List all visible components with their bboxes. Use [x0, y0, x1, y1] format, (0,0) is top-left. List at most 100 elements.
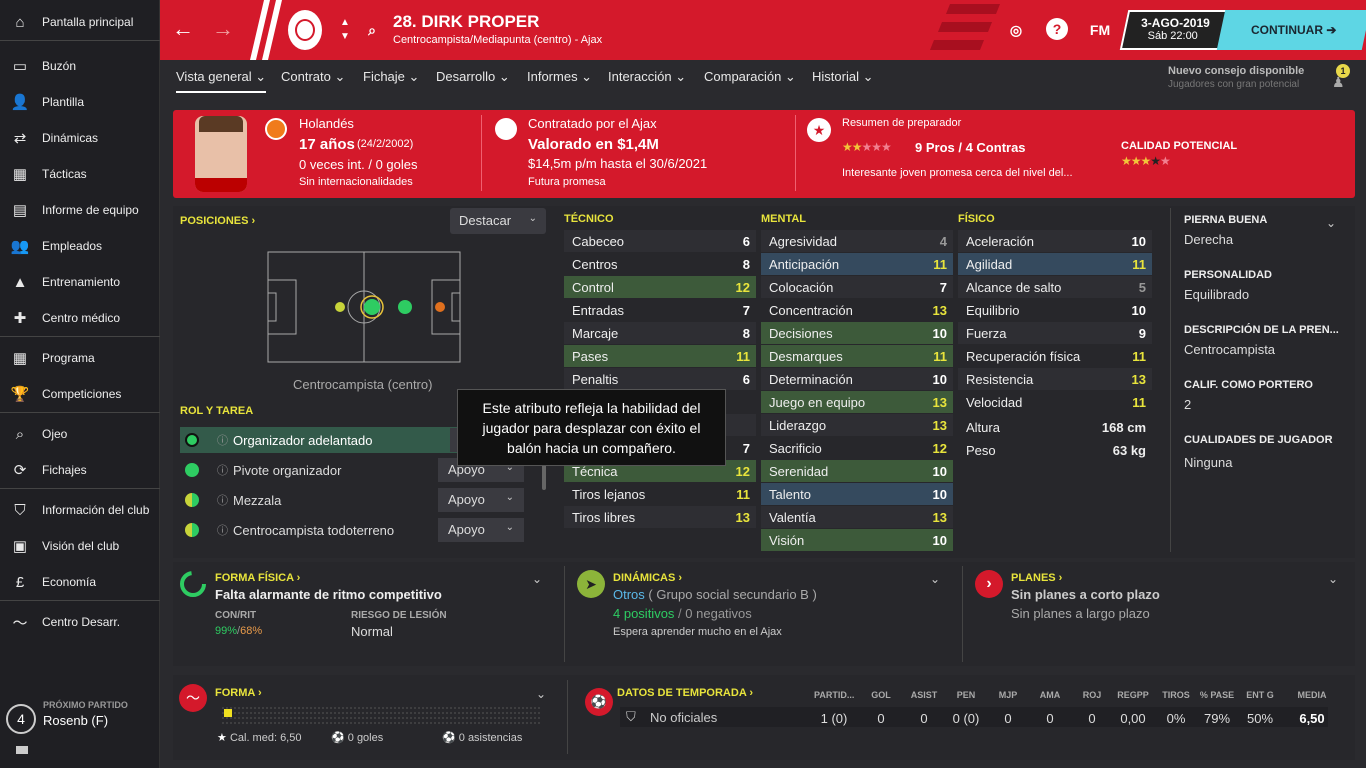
form-expand-icon[interactable]: ⌄ [536, 687, 546, 701]
player-switch-arrows-icon[interactable]: ▲ ▼ [340, 16, 350, 44]
info-icon[interactable]: ⓘ [217, 492, 228, 508]
attribute-row[interactable]: Visión 10 [761, 529, 953, 551]
attribute-row[interactable]: Determinación 10 [761, 368, 953, 390]
dynamics-expand-icon[interactable]: ⌄ [930, 572, 940, 586]
tab-contract[interactable]: Contrato ⌄ [281, 69, 345, 85]
sidebar-item-scouting[interactable]: ⌕ Ojeo [0, 416, 160, 452]
sidebar-item-tactics[interactable]: ▦ Tácticas [0, 156, 160, 192]
season-stat-header[interactable]: MJP [988, 690, 1028, 700]
attribute-row[interactable]: Talento 10 [761, 483, 953, 505]
role-row[interactable]: ⓘ Centrocampista todoterreno Apoyo ⌄ [180, 517, 535, 543]
info-icon[interactable]: ⓘ [217, 432, 228, 448]
social-group[interactable]: Otros ( Grupo social secundario B ) [613, 587, 817, 602]
sidebar-item-training[interactable]: ▲ Entrenamiento [0, 264, 160, 300]
sidebar-item-competitions[interactable]: 🏆 Competiciones [0, 376, 160, 412]
scout-tip-icon[interactable]: ♟ [1332, 74, 1345, 91]
highlight-dropdown[interactable]: Destacar ⌄ [450, 208, 546, 234]
season-stat-header[interactable]: % PASE [1197, 690, 1237, 700]
info-expand-chevron-icon[interactable]: ⌄ [1326, 216, 1336, 230]
season-stat-header[interactable]: REGPP [1113, 690, 1153, 700]
attribute-row[interactable]: Entradas 7 [564, 299, 756, 321]
positions-title[interactable]: POSICIONES › [180, 215, 255, 227]
info-icon[interactable]: ⓘ [217, 522, 228, 538]
search-icon[interactable]: ⌕ [360, 18, 384, 42]
season-stats-title[interactable]: DATOS DE TEMPORADA › [617, 687, 753, 699]
sidebar-item-team-report[interactable]: ▤ Informe de equipo [0, 192, 160, 228]
season-stat-header[interactable]: ROJ [1072, 690, 1112, 700]
attribute-row[interactable]: Sacrificio 12 [761, 437, 953, 459]
season-stat-header[interactable]: PEN [946, 690, 986, 700]
tab-overview[interactable]: Vista general ⌄ [176, 69, 267, 93]
attribute-row[interactable]: Decisiones 10 [761, 322, 953, 344]
duty-dropdown[interactable]: Apoyo ⌄ [438, 518, 524, 542]
tab-transfer[interactable]: Fichaje ⌄ [363, 69, 419, 85]
attribute-row[interactable]: Pases 11 [564, 345, 756, 367]
attribute-row[interactable]: Concentración 13 [761, 299, 953, 321]
season-stat-header[interactable]: TIROS [1156, 690, 1196, 700]
attribute-row[interactable]: Agresividad 4 [761, 230, 953, 252]
attribute-row[interactable]: Agilidad 11 [958, 253, 1152, 275]
fm-menu-button[interactable]: FM [1088, 18, 1112, 42]
fitness-title[interactable]: FORMA FÍSICA › [215, 572, 300, 584]
duty-dropdown[interactable]: Apoyo ⌄ [438, 488, 524, 512]
help-icon[interactable]: ? [1046, 18, 1068, 40]
role-row[interactable]: ⓘ Mezzala Apoyo ⌄ [180, 487, 535, 513]
attribute-row[interactable]: Serenidad 10 [761, 460, 953, 482]
attribute-row[interactable]: Desmarques 11 [761, 345, 953, 367]
attribute-row[interactable]: Colocación 7 [761, 276, 953, 298]
sidebar-item-squad[interactable]: 👤 Plantilla [0, 84, 160, 120]
attribute-row[interactable]: Equilibrio 10 [958, 299, 1152, 321]
attribute-row[interactable]: Valentía 13 [761, 506, 953, 528]
sidebar-item-staff[interactable]: 👥 Empleados [0, 228, 160, 264]
attribute-row[interactable]: Recuperación física 11 [958, 345, 1152, 367]
season-stat-header[interactable]: AMA [1030, 690, 1070, 700]
info-icon[interactable]: ⓘ [217, 462, 228, 478]
attribute-row[interactable]: Marcaje 8 [564, 322, 756, 344]
sidebar-item-inbox[interactable]: ▭ Buzón [0, 48, 160, 84]
sidebar-item-medical[interactable]: ✚ Centro médico [0, 300, 160, 336]
attribute-row[interactable]: Anticipación 11 [761, 253, 953, 275]
forward-button[interactable]: → [210, 16, 236, 42]
sidebar-item-home[interactable]: ⌂ Pantalla principal [0, 4, 160, 40]
next-match[interactable]: 4 PRÓXIMO PARTIDO Rosenb (F) [6, 700, 156, 736]
continue-button[interactable]: CONTINUAR ➔ [1216, 10, 1366, 50]
attribute-row[interactable]: Liderazgo 13 [761, 414, 953, 436]
attribute-row[interactable]: Penaltis 6 [564, 368, 756, 390]
globe-icon[interactable]: ◎ [1004, 18, 1028, 42]
sidebar-item-club-vision[interactable]: ▣ Visión del club [0, 528, 160, 564]
attribute-row[interactable]: Resistencia 13 [958, 368, 1152, 390]
fitness-expand-icon[interactable]: ⌄ [532, 572, 542, 586]
season-stat-header[interactable]: ENT G [1240, 690, 1280, 700]
tab-interaction[interactable]: Interacción ⌄ [608, 69, 686, 85]
attribute-row[interactable]: Control 12 [564, 276, 756, 298]
plans-expand-icon[interactable]: ⌄ [1328, 572, 1338, 586]
form-title[interactable]: FORMA › [215, 687, 262, 699]
season-stat-header[interactable]: MEDIA [1292, 690, 1332, 700]
sidebar-item-development[interactable]: 〜 Centro Desarr. [0, 604, 160, 640]
attribute-row[interactable]: Alcance de salto 5 [958, 276, 1152, 298]
season-stat-header[interactable]: ASIST [904, 690, 944, 700]
sidebar-item-club-info[interactable]: ⛉ Información del club [0, 492, 160, 528]
plans-title[interactable]: PLANES › [1011, 572, 1062, 584]
dynamics-title[interactable]: DINÁMICAS › [613, 572, 682, 584]
back-button[interactable]: ← [170, 16, 196, 42]
attribute-row[interactable]: Juego en equipo 13 [761, 391, 953, 413]
sidebar-item-dynamics[interactable]: ⇄ Dinámicas [0, 120, 160, 156]
attribute-row[interactable]: Tiros libres 13 [564, 506, 756, 528]
attribute-row[interactable]: Fuerza 9 [958, 322, 1152, 344]
tab-comparison[interactable]: Comparación ⌄ [704, 69, 796, 85]
sidebar-item-transfers[interactable]: ⟳ Fichajes [0, 452, 160, 488]
tab-history[interactable]: Historial ⌄ [812, 69, 873, 85]
sidebar-item-schedule[interactable]: ▦ Programa [0, 340, 160, 376]
season-stat-header[interactable]: GOL [861, 690, 901, 700]
attribute-row[interactable]: Aceleración 10 [958, 230, 1152, 252]
tab-reports[interactable]: Informes ⌄ [527, 69, 592, 85]
season-stat-header[interactable]: PARTID... [814, 690, 854, 700]
sidebar-item-finances[interactable]: £ Economía [0, 564, 160, 600]
attribute-row[interactable]: Velocidad 11 [958, 391, 1152, 413]
attribute-row[interactable]: Centros 8 [564, 253, 756, 275]
tab-development[interactable]: Desarrollo ⌄ [436, 69, 510, 85]
tip-title[interactable]: Nuevo consejo disponible [1168, 65, 1304, 77]
attribute-row[interactable]: Tiros lejanos 11 [564, 483, 756, 505]
attribute-row[interactable]: Cabeceo 6 [564, 230, 756, 252]
